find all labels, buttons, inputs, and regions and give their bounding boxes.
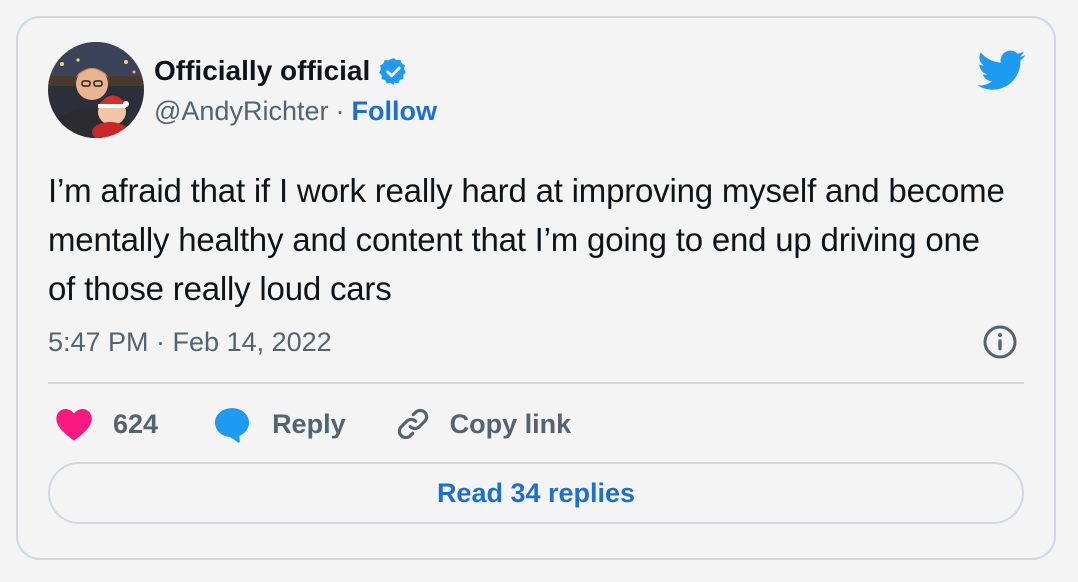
- heart-icon: [56, 408, 92, 441]
- copy-link-button[interactable]: Copy link: [394, 405, 572, 443]
- author-name-row: Officially official: [154, 54, 409, 88]
- tweet-card: Officially official @AndyRichter · Follo…: [16, 16, 1056, 560]
- follow-button[interactable]: Follow: [351, 94, 436, 128]
- reply-label: Reply: [272, 408, 346, 439]
- verified-badge-icon: [378, 56, 409, 87]
- speech-bubble-icon: [215, 408, 250, 443]
- divider: [48, 382, 1024, 384]
- copy-link-label: Copy link: [449, 408, 572, 439]
- twitter-bird-icon[interactable]: [977, 46, 1026, 94]
- reply-button[interactable]: Reply: [212, 404, 346, 444]
- author-handle-row: @AndyRichter · Follow: [154, 94, 437, 128]
- tweet-timestamp[interactable]: 5:47 PM · Feb 14, 2022: [48, 325, 332, 359]
- author-handle[interactable]: @AndyRichter: [154, 94, 328, 128]
- tweet-text: I’m afraid that if I work really hard at…: [48, 172, 1005, 307]
- read-replies-button[interactable]: Read 34 replies: [48, 462, 1024, 524]
- author-display-name[interactable]: Officially official: [154, 54, 370, 88]
- read-replies-label: Read 34 replies: [436, 477, 636, 508]
- separator-dot: ·: [335, 96, 345, 126]
- like-count: 624: [113, 408, 159, 439]
- info-icon[interactable]: [982, 324, 1018, 360]
- like-button[interactable]: 624: [54, 406, 158, 442]
- link-icon: [397, 408, 428, 440]
- action-bar: 624 Reply Copy link: [54, 402, 571, 446]
- avatar[interactable]: [48, 42, 144, 138]
